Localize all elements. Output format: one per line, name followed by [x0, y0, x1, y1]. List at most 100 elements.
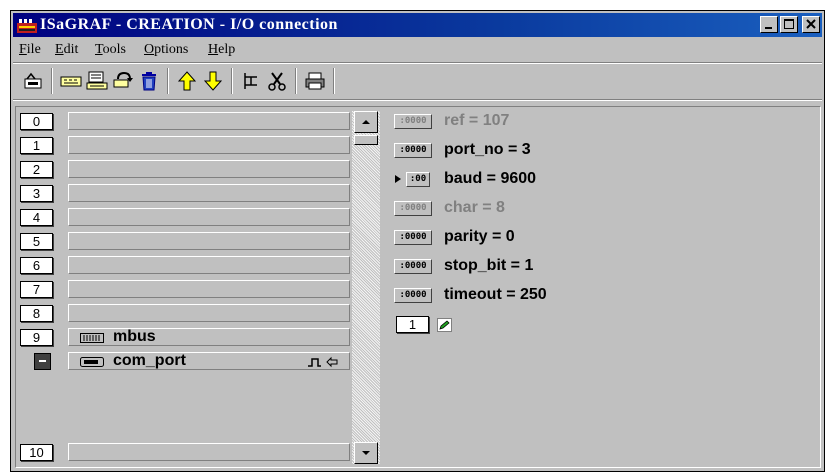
slot-bar[interactable]: [68, 280, 350, 298]
scroll-up-icon: [362, 120, 370, 124]
move-up-button[interactable]: [175, 69, 199, 93]
maximize-button[interactable]: [780, 16, 798, 33]
arrow-up-icon: [178, 71, 196, 91]
channel-row[interactable]: 1: [396, 316, 452, 333]
scroll-thumb[interactable]: [354, 135, 378, 145]
board-label-com-port: com_port: [113, 352, 186, 369]
tree-button[interactable]: [239, 69, 263, 93]
cut-icon: [268, 72, 286, 91]
slot-bar[interactable]: [68, 328, 350, 346]
move-down-button[interactable]: [201, 69, 225, 93]
slot-number[interactable]: 2: [20, 160, 53, 178]
minimize-button[interactable]: [760, 16, 778, 33]
close-button[interactable]: [802, 16, 820, 33]
slot-row-5[interactable]: 5: [20, 232, 53, 250]
disk-board-icon: [86, 71, 108, 90]
slot-number[interactable]: 6: [20, 256, 53, 274]
slot-bar[interactable]: [68, 304, 350, 322]
toolbar-separator: [333, 68, 335, 94]
cut-button[interactable]: [265, 69, 289, 93]
slot-number[interactable]: 1: [20, 136, 53, 154]
slot-row-9[interactable]: 9: [20, 328, 53, 346]
slot-row-8[interactable]: 8: [20, 304, 53, 322]
param-baud[interactable]: :00 baud = 9600: [394, 168, 536, 190]
param-text: timeout = 250: [444, 286, 547, 303]
pencil-icon: [439, 319, 450, 330]
slot-row-4[interactable]: 4: [20, 208, 53, 226]
toolbar-bottom-separator: [13, 99, 822, 101]
menu-help[interactable]: Help: [208, 42, 235, 58]
collapse-toggle[interactable]: [34, 352, 51, 370]
slot-bar[interactable]: [68, 136, 350, 154]
param-timeout[interactable]: :0000 timeout = 250: [394, 284, 547, 306]
param-text: ref = 107: [444, 112, 510, 129]
io-connection-panel: 0 1 2 3 4 5 6 7 8 9 mbus com_port 10:00…: [15, 106, 821, 468]
pulse-arrow-icon: [308, 356, 338, 368]
slot-row-7[interactable]: 7: [20, 280, 53, 298]
slot-row-com-port[interactable]: [20, 352, 51, 370]
slot-bar[interactable]: [68, 443, 350, 461]
selection-arrow-icon: [395, 175, 401, 183]
com-board-icon: [80, 357, 104, 367]
board-icon: [60, 76, 82, 87]
scroll-up-button[interactable]: [354, 111, 378, 133]
print-button[interactable]: [303, 69, 327, 93]
minimize-icon: [765, 27, 772, 29]
slot-number[interactable]: 5: [20, 232, 53, 250]
open-icon: [24, 72, 42, 89]
disk-board-button[interactable]: [85, 69, 109, 93]
slot-number[interactable]: 9: [20, 328, 53, 346]
title-bar[interactable]: ISaGRAF - CREATION - I/O connection: [13, 13, 822, 37]
refresh-icon: [113, 71, 133, 88]
close-icon: [806, 19, 816, 29]
isagraf-app-icon[interactable]: [17, 17, 37, 33]
selected-param-marker: :00: [394, 171, 432, 187]
slot-bar[interactable]: [68, 256, 350, 274]
delete-button[interactable]: [137, 69, 161, 93]
slot-row-6[interactable]: 6: [20, 256, 53, 274]
menu-separator: [13, 62, 822, 64]
minus-icon: [39, 360, 46, 362]
refresh-button[interactable]: [111, 69, 135, 93]
menu-tools[interactable]: Tools: [95, 42, 126, 58]
slot-row-1[interactable]: 1: [20, 136, 53, 154]
param-text: stop_bit = 1: [444, 257, 534, 274]
print-icon: [305, 72, 325, 90]
slot-row-3[interactable]: 3: [20, 184, 53, 202]
slot-bar[interactable]: [68, 112, 350, 130]
param-port-no[interactable]: :0000 port_no = 3: [394, 139, 531, 161]
param-text: char = 8: [444, 199, 505, 216]
slot-number[interactable]: 3: [20, 184, 53, 202]
slot-row-2[interactable]: 2: [20, 160, 53, 178]
slot-number[interactable]: 8: [20, 304, 53, 322]
menu-options[interactable]: Options: [144, 42, 188, 58]
slot-bar[interactable]: [68, 208, 350, 226]
slot-bar[interactable]: [68, 184, 350, 202]
open-button[interactable]: [21, 69, 45, 93]
slot-number[interactable]: 10: [20, 443, 53, 461]
board-button[interactable]: [59, 69, 83, 93]
slot-number[interactable]: 0: [20, 112, 53, 130]
slot-number[interactable]: 7: [20, 280, 53, 298]
toolbar-separator: [295, 68, 297, 94]
scroll-down-button[interactable]: [354, 442, 378, 464]
menu-edit[interactable]: Edit: [55, 42, 78, 58]
param-parity[interactable]: :0000 parity = 0: [394, 226, 515, 248]
slot-bar[interactable]: [68, 160, 350, 178]
toolbar-separator: [167, 68, 169, 94]
menu-file[interactable]: File: [19, 42, 41, 58]
vertical-scrollbar[interactable]: [352, 111, 380, 464]
param-ref[interactable]: :0000 ref = 107: [394, 110, 509, 132]
slot-row-0[interactable]: 0: [20, 112, 53, 130]
param-char[interactable]: :0000 char = 8: [394, 197, 505, 219]
rack-board-icon: [80, 333, 104, 343]
tree-icon: [244, 73, 257, 89]
channel-number[interactable]: 1: [396, 316, 429, 333]
channel-edit-button[interactable]: [437, 317, 452, 332]
slot-row-10[interactable]: 10: [20, 443, 53, 461]
toolbar-separator: [231, 68, 233, 94]
menu-bar: File Edit Tools Options Help: [13, 39, 822, 61]
param-stop-bit[interactable]: :0000 stop_bit = 1: [394, 255, 533, 277]
slot-number[interactable]: 4: [20, 208, 53, 226]
slot-bar[interactable]: [68, 232, 350, 250]
